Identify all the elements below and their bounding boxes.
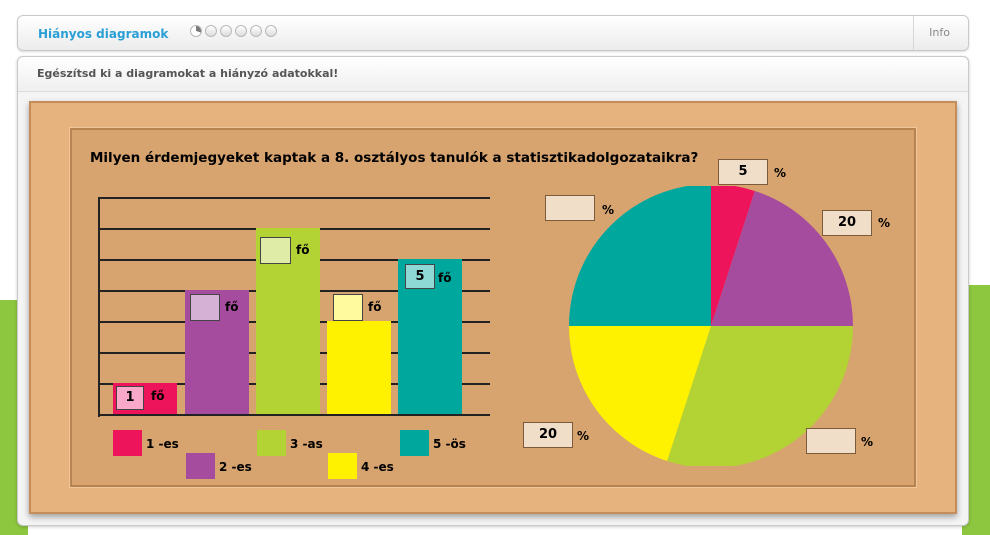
count-unit-grade-2: fő: [225, 300, 239, 314]
legend-label-grade-2: 2 -es: [219, 460, 252, 474]
progress-dots: [190, 25, 277, 37]
percent-input-grade-2[interactable]: 20: [822, 210, 872, 236]
legend-label-grade-5: 5 -ös: [433, 437, 466, 451]
legend-swatch-grade-2: [186, 453, 215, 479]
bar-grade-4: [327, 321, 391, 414]
percent-input-grade-3[interactable]: [806, 428, 856, 454]
percent-unit-grade-2: %: [878, 216, 891, 230]
progress-dot-4[interactable]: [235, 25, 247, 37]
instruction-text: Egészítsd ki a diagramokat a hiányzó ada…: [37, 67, 339, 80]
count-input-grade-4[interactable]: [333, 294, 363, 321]
count-input-grade-1[interactable]: 1: [116, 386, 144, 410]
title-bar: Hiányos diagramok Info: [17, 15, 969, 51]
count-unit-grade-4: fő: [368, 300, 382, 314]
progress-dot-1[interactable]: [190, 25, 202, 37]
count-unit-grade-3: fő: [296, 243, 310, 257]
percent-input-grade-5[interactable]: [545, 195, 595, 221]
progress-dot-3[interactable]: [220, 25, 232, 37]
percent-unit-grade-1: %: [774, 166, 787, 180]
percent-unit-grade-3: %: [861, 435, 874, 449]
legend-swatch-grade-5: [400, 430, 429, 456]
count-unit-grade-1: fő: [151, 389, 165, 403]
legend-swatch-grade-3: [257, 430, 286, 456]
progress-dot-2[interactable]: [205, 25, 217, 37]
percent-unit-grade-4: %: [577, 429, 590, 443]
count-input-grade-5[interactable]: 5: [405, 264, 435, 289]
panel-header: Egészítsd ki a diagramokat a hiányzó ada…: [18, 57, 968, 92]
legend-swatch-grade-4: [328, 453, 357, 479]
legend-swatch-grade-1: [113, 430, 142, 456]
question-title: Milyen érdemjegyeket kaptak a 8. osztály…: [90, 150, 699, 166]
pie-chart: [569, 186, 853, 466]
legend-label-grade-4: 4 -es: [361, 460, 394, 474]
legend-label-grade-3: 3 -as: [290, 437, 323, 451]
progress-dot-5[interactable]: [250, 25, 262, 37]
percent-unit-grade-5: %: [602, 203, 615, 217]
count-unit-grade-5: fő: [438, 271, 452, 285]
app-title: Hiányos diagramok: [38, 27, 169, 41]
info-button[interactable]: Info: [929, 26, 950, 39]
count-input-grade-3[interactable]: [260, 237, 291, 264]
count-input-grade-2[interactable]: [190, 294, 220, 321]
legend-label-grade-1: 1 -es: [146, 437, 179, 451]
bar-chart-x-axis: [98, 414, 490, 416]
percent-input-grade-1[interactable]: 5: [718, 159, 768, 185]
info-divider: [913, 16, 914, 50]
gridline: [98, 197, 490, 199]
percent-input-grade-4[interactable]: 20: [523, 422, 573, 448]
progress-dot-6[interactable]: [265, 25, 277, 37]
